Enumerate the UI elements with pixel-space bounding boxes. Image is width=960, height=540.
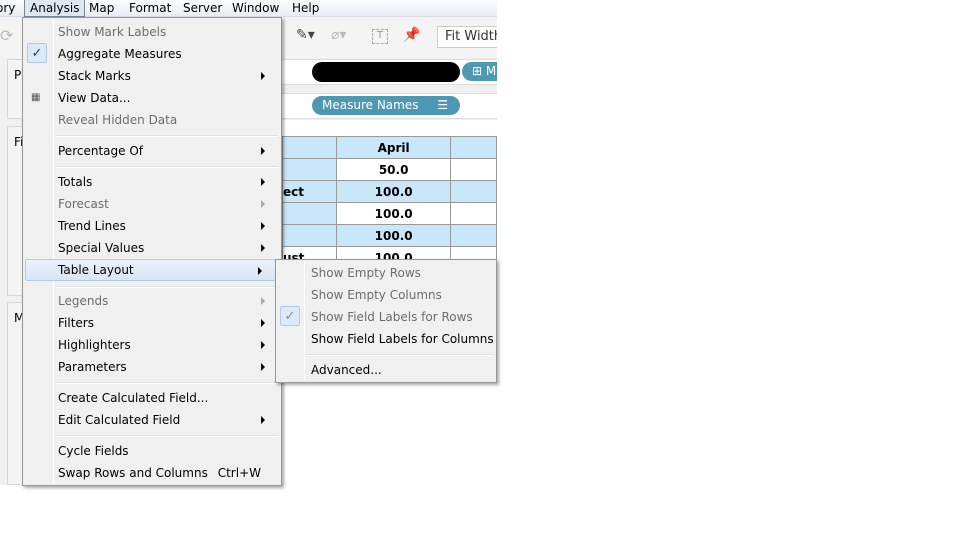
text-box-icon[interactable]: T [372, 29, 388, 44]
submenu-arrow-icon [261, 297, 265, 305]
analysis-menu: Show Mark Labels ✓ Aggregate Measures Sta… [22, 17, 282, 486]
menu-item-reveal-hidden-data[interactable]: Reveal Hidden Data [25, 109, 279, 131]
menu-item-parameters[interactable]: Parameters [25, 356, 279, 378]
menu-item-table-layout[interactable]: Table Layout [25, 259, 277, 281]
menu-item-trend-lines[interactable]: Trend Lines [25, 215, 279, 237]
menu-help[interactable]: Help [292, 0, 319, 17]
menu-item-filters[interactable]: Filters [25, 312, 279, 334]
menu-server[interactable]: Server [183, 0, 222, 17]
column-header: April [335, 136, 452, 159]
submenu-arrow-icon [261, 341, 265, 349]
data-table: April 50.0 ect 100.0 100.0 100.0 ust 100.0 [282, 136, 497, 269]
view-data-icon: ▦ [31, 92, 41, 103]
menu-item-show-empty-rows[interactable]: Show Empty Rows [278, 262, 494, 284]
table-layout-submenu: Show Empty Rows Show Empty Columns ✓ Show… [275, 259, 497, 383]
fit-width-dropdown[interactable]: Fit Width [437, 26, 497, 48]
measure-names-pill[interactable]: Measure Names ☰ [312, 96, 460, 115]
menu-item-cycle-fields[interactable]: Cycle Fields [25, 440, 279, 462]
menu-item-show-field-labels-rows[interactable]: ✓ Show Field Labels for Rows [278, 306, 494, 328]
cell: 50.0 [335, 158, 452, 181]
highlight-pen-icon[interactable]: ✎▾ [296, 27, 315, 43]
menu-item-create-calculated-field[interactable]: Create Calculated Field... [25, 387, 279, 409]
menu-item-show-field-labels-columns[interactable]: Show Field Labels for Columns [278, 328, 494, 350]
submenu-arrow-icon [261, 72, 265, 80]
menu-item-forecast[interactable]: Forecast [25, 193, 279, 215]
menu-item-legends[interactable]: Legends [25, 290, 279, 312]
columns-pill[interactable]: ⊞ M [462, 62, 497, 81]
pin-icon[interactable]: 📌 [403, 27, 420, 43]
menu-item-stack-marks[interactable]: Stack Marks [25, 65, 279, 87]
menu-bar: ory Analysis Map Format Server Window He… [0, 0, 497, 17]
checkmark-icon: ✓ [280, 306, 300, 326]
submenu-arrow-icon [261, 147, 265, 155]
menu-analysis[interactable]: Analysis [24, 0, 86, 17]
submenu-arrow-icon [261, 244, 265, 252]
shortcut-label: Ctrl+W [217, 466, 261, 480]
pages-label: P [14, 68, 22, 82]
submenu-arrow-icon [258, 267, 262, 275]
redacted-pill [312, 62, 460, 82]
menu-item-special-values[interactable]: Special Values [25, 237, 279, 259]
menu-window[interactable]: Window [232, 0, 279, 17]
checkmark-icon: ✓ [27, 43, 47, 63]
menu-item-edit-calculated-field[interactable]: Edit Calculated Field [25, 409, 279, 431]
menu-map[interactable]: Map [89, 0, 114, 17]
menu-format[interactable]: Format [129, 0, 171, 17]
cell: 100.0 [335, 202, 452, 225]
menu-item-view-data[interactable]: ▦ View Data... [25, 87, 279, 109]
menu-item-totals[interactable]: Totals [25, 171, 279, 193]
menu-item-highlighters[interactable]: Highlighters [25, 334, 279, 356]
submenu-arrow-icon [261, 363, 265, 371]
menu-item-percentage-of[interactable]: Percentage Of [25, 140, 279, 162]
submenu-arrow-icon [261, 200, 265, 208]
submenu-arrow-icon [261, 319, 265, 327]
row-header [282, 158, 337, 181]
attachment-icon[interactable]: ⌀▾ [331, 27, 346, 43]
sort-icon: ☰ [437, 98, 448, 112]
menu-story[interactable]: ory [0, 0, 15, 17]
cell: 100.0 [335, 180, 452, 203]
submenu-arrow-icon [261, 222, 265, 230]
menu-item-aggregate-measures[interactable]: ✓ Aggregate Measures [25, 43, 279, 65]
submenu-arrow-icon [261, 416, 265, 424]
menu-item-advanced[interactable]: Advanced... [278, 359, 494, 381]
submenu-arrow-icon [261, 178, 265, 186]
row-header: ect [282, 180, 337, 203]
row-header [282, 224, 337, 247]
menu-item-show-mark-labels[interactable]: Show Mark Labels [25, 21, 279, 43]
menu-item-show-empty-columns[interactable]: Show Empty Columns [278, 284, 494, 306]
measure-names-label: Measure Names [322, 98, 419, 112]
menu-item-swap-rows-and-columns[interactable]: Swap Rows and Columns Ctrl+W [25, 462, 279, 484]
row-header [282, 202, 337, 225]
columns-pill-label: M [485, 64, 497, 78]
cell: 100.0 [335, 224, 452, 247]
refresh-icon[interactable]: ⟳ [0, 26, 13, 45]
